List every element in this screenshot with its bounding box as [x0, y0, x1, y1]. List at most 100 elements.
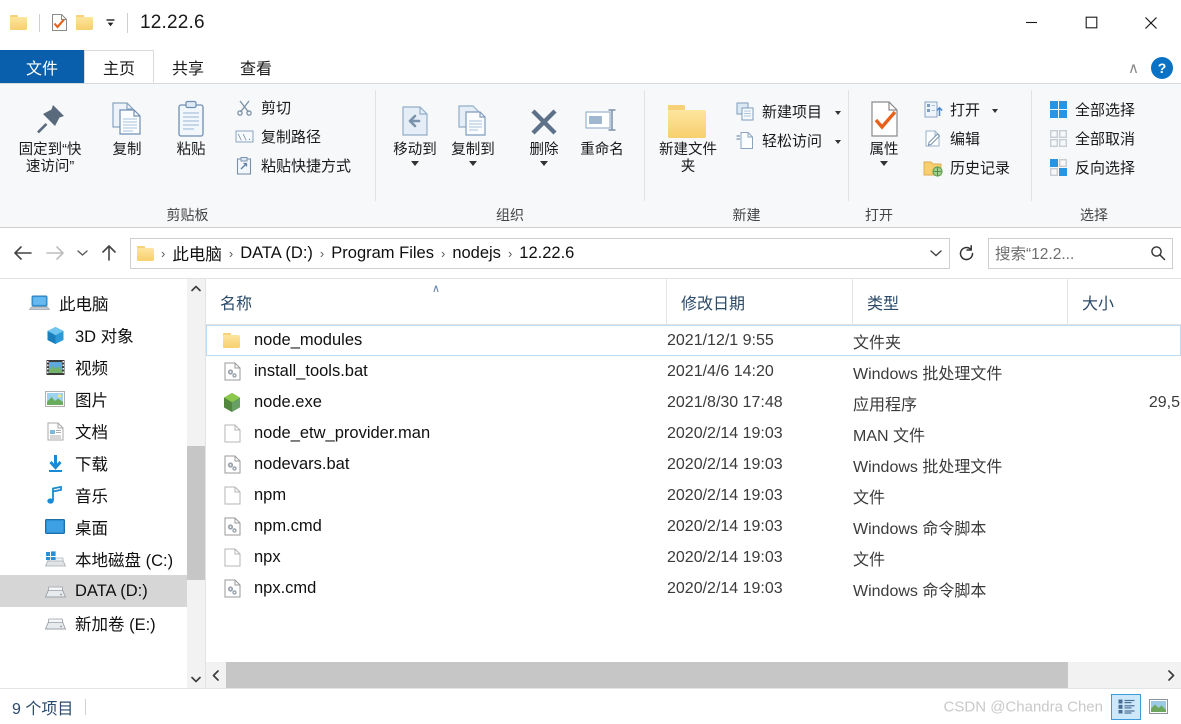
search-input[interactable]: 搜索“12.2... [988, 237, 1173, 269]
sidebar-item-desktop[interactable]: 桌面 [0, 511, 205, 543]
sidebar-vertical-scrollbar[interactable] [187, 279, 205, 688]
cut-button[interactable]: 剪切 [228, 94, 357, 121]
scrollbar-track[interactable] [187, 297, 205, 670]
quick-access-toolbar [10, 13, 119, 32]
scroll-up-button[interactable] [187, 279, 205, 297]
scrollbar-thumb[interactable] [187, 446, 205, 581]
row-size-cell [1068, 450, 1180, 479]
minimize-button[interactable] [1001, 0, 1061, 45]
horizontal-scrollbar[interactable] [206, 662, 1181, 688]
breadcrumb-separator[interactable]: › [228, 246, 234, 261]
open-button[interactable]: 打开 [917, 96, 1016, 123]
column-header-name[interactable]: ∧ 名称 [206, 279, 666, 325]
new-item-button[interactable]: 新建项目 [729, 98, 847, 125]
tab-file[interactable]: 文件 [0, 50, 84, 83]
hscroll-right-button[interactable] [1161, 662, 1181, 688]
properties-dropdown-icon[interactable] [880, 161, 888, 166]
rename-button[interactable]: 重命名 [573, 92, 631, 161]
hscroll-left-button[interactable] [206, 662, 226, 688]
invert-selection-button[interactable]: 反向选择 [1042, 154, 1141, 181]
paste-button[interactable]: 粘贴 [162, 92, 220, 161]
row-date-cell: 2020/2/14 19:03 [667, 548, 783, 566]
table-row[interactable]: node_etw_provider.man 2020/2/14 19:03 MA… [206, 418, 1181, 449]
refresh-button[interactable] [952, 238, 980, 269]
breadcrumb-item-program-files[interactable]: Program Files [326, 241, 439, 266]
large-icons-view-button[interactable] [1143, 694, 1173, 720]
table-row[interactable]: npx 2020/2/14 19:03 文件 [206, 542, 1181, 573]
table-row[interactable]: nodevars.bat 2020/2/14 19:03 Windows 批处理… [206, 449, 1181, 480]
move-to-dropdown-icon[interactable] [411, 161, 419, 166]
close-button[interactable] [1121, 0, 1181, 45]
column-header-size[interactable]: 大小 [1067, 278, 1181, 325]
edit-button[interactable]: 编辑 [917, 125, 1016, 152]
table-row[interactable]: node_modules 2021/12/1 9:55 文件夹 [206, 325, 1181, 356]
table-row[interactable]: npm.cmd 2020/2/14 19:03 Windows 命令脚本 [206, 511, 1181, 542]
history-button[interactable]: 历史记录 [917, 154, 1016, 181]
sidebar-item-local-disk-c[interactable]: 本地磁盘 (C:) [0, 543, 205, 575]
recent-locations-button[interactable] [72, 238, 92, 268]
breadcrumb-item-data-d[interactable]: DATA (D:) [235, 241, 318, 266]
paste-shortcut-button[interactable]: 粘贴快捷方式 [228, 152, 357, 179]
breadcrumb-separator[interactable]: › [319, 246, 325, 261]
easy-access-button[interactable]: 轻松访问 [729, 127, 847, 154]
column-header-type[interactable]: 类型 [852, 278, 1067, 325]
copy-path-button[interactable]: \\.. 复制路径 [228, 123, 357, 150]
file-name: npx.cmd [254, 579, 317, 597]
delete-x-icon [527, 94, 561, 138]
pin-to-quick-access-button[interactable]: 固定到“快速访问” [6, 92, 94, 178]
tab-share[interactable]: 共享 [154, 50, 222, 83]
sidebar-item-music[interactable]: 音乐 [0, 479, 205, 511]
search-icon[interactable] [1150, 245, 1166, 261]
back-button[interactable] [8, 238, 38, 268]
help-button[interactable]: ? [1151, 57, 1173, 79]
sidebar-item-pictures[interactable]: 图片 [0, 383, 205, 415]
sidebar-item-new-volume-e[interactable]: 新加卷 (E:) [0, 607, 205, 639]
table-row[interactable]: node.exe 2021/8/30 17:48 应用程序 29,5 [206, 387, 1181, 418]
breadcrumb-item-this-pc[interactable]: 此电脑 [167, 238, 227, 268]
sidebar-item-videos[interactable]: 视频 [0, 351, 205, 383]
tab-home[interactable]: 主页 [84, 50, 155, 83]
select-all-button[interactable]: 全部选择 [1042, 96, 1141, 123]
breadcrumb-item-current[interactable]: 12.22.6 [514, 241, 579, 266]
properties-icon[interactable] [51, 13, 68, 32]
open-dropdown-icon[interactable] [992, 108, 999, 113]
sidebar-item-this-pc[interactable]: 此电脑 [0, 287, 205, 319]
forward-button[interactable] [40, 238, 70, 268]
collapse-ribbon-icon[interactable]: ∧ [1128, 59, 1139, 77]
details-view-button[interactable] [1111, 693, 1141, 720]
copy-button[interactable]: 复制 [98, 92, 156, 161]
move-to-button[interactable]: 移动到 [386, 92, 444, 168]
properties-button[interactable]: 属性 [855, 92, 913, 168]
new-folder-icon[interactable] [76, 15, 94, 30]
tab-view[interactable]: 查看 [222, 50, 290, 83]
breadcrumb-separator[interactable]: › [507, 246, 513, 261]
table-row[interactable]: install_tools.bat 2021/4/6 14:20 Windows… [206, 356, 1181, 387]
hscrollbar-thumb[interactable] [226, 662, 1068, 688]
copy-to-dropdown-icon[interactable] [469, 161, 477, 166]
scroll-down-button[interactable] [187, 670, 205, 688]
address-dropdown-icon[interactable] [925, 240, 947, 267]
delete-dropdown-icon[interactable] [540, 161, 548, 166]
hscrollbar-track[interactable] [226, 662, 1161, 688]
maximize-button[interactable] [1061, 0, 1121, 45]
column-header-date[interactable]: 修改日期 [666, 278, 852, 325]
delete-button[interactable]: 删除 [515, 92, 573, 168]
sidebar-item-downloads[interactable]: 下载 [0, 447, 205, 479]
table-row[interactable]: npx.cmd 2020/2/14 19:03 Windows 命令脚本 [206, 573, 1181, 604]
up-button[interactable] [94, 238, 124, 268]
breadcrumb-item-nodejs[interactable]: nodejs [447, 241, 506, 266]
select-none-button[interactable]: 全部取消 [1042, 125, 1141, 152]
new-item-dropdown-icon[interactable] [835, 110, 842, 115]
column-header-date-label: 修改日期 [681, 295, 746, 313]
sidebar-item-3d-objects[interactable]: 3D 对象 [0, 319, 205, 351]
breadcrumb-separator[interactable]: › [440, 246, 446, 261]
table-row[interactable]: npm 2020/2/14 19:03 文件 [206, 480, 1181, 511]
new-folder-button[interactable]: 新建文件夹 [653, 92, 723, 178]
address-field[interactable]: › 此电脑 › DATA (D:) › Program Files › node… [130, 237, 950, 269]
folder-icon[interactable] [10, 15, 28, 30]
copy-to-button[interactable]: 复制到 [444, 92, 502, 168]
sidebar-item-data-d[interactable]: DATA (D:) [0, 575, 205, 607]
easy-access-dropdown-icon[interactable] [835, 139, 842, 144]
sidebar-item-documents[interactable]: 文档 [0, 415, 205, 447]
customize-dropdown-icon[interactable] [102, 15, 119, 30]
